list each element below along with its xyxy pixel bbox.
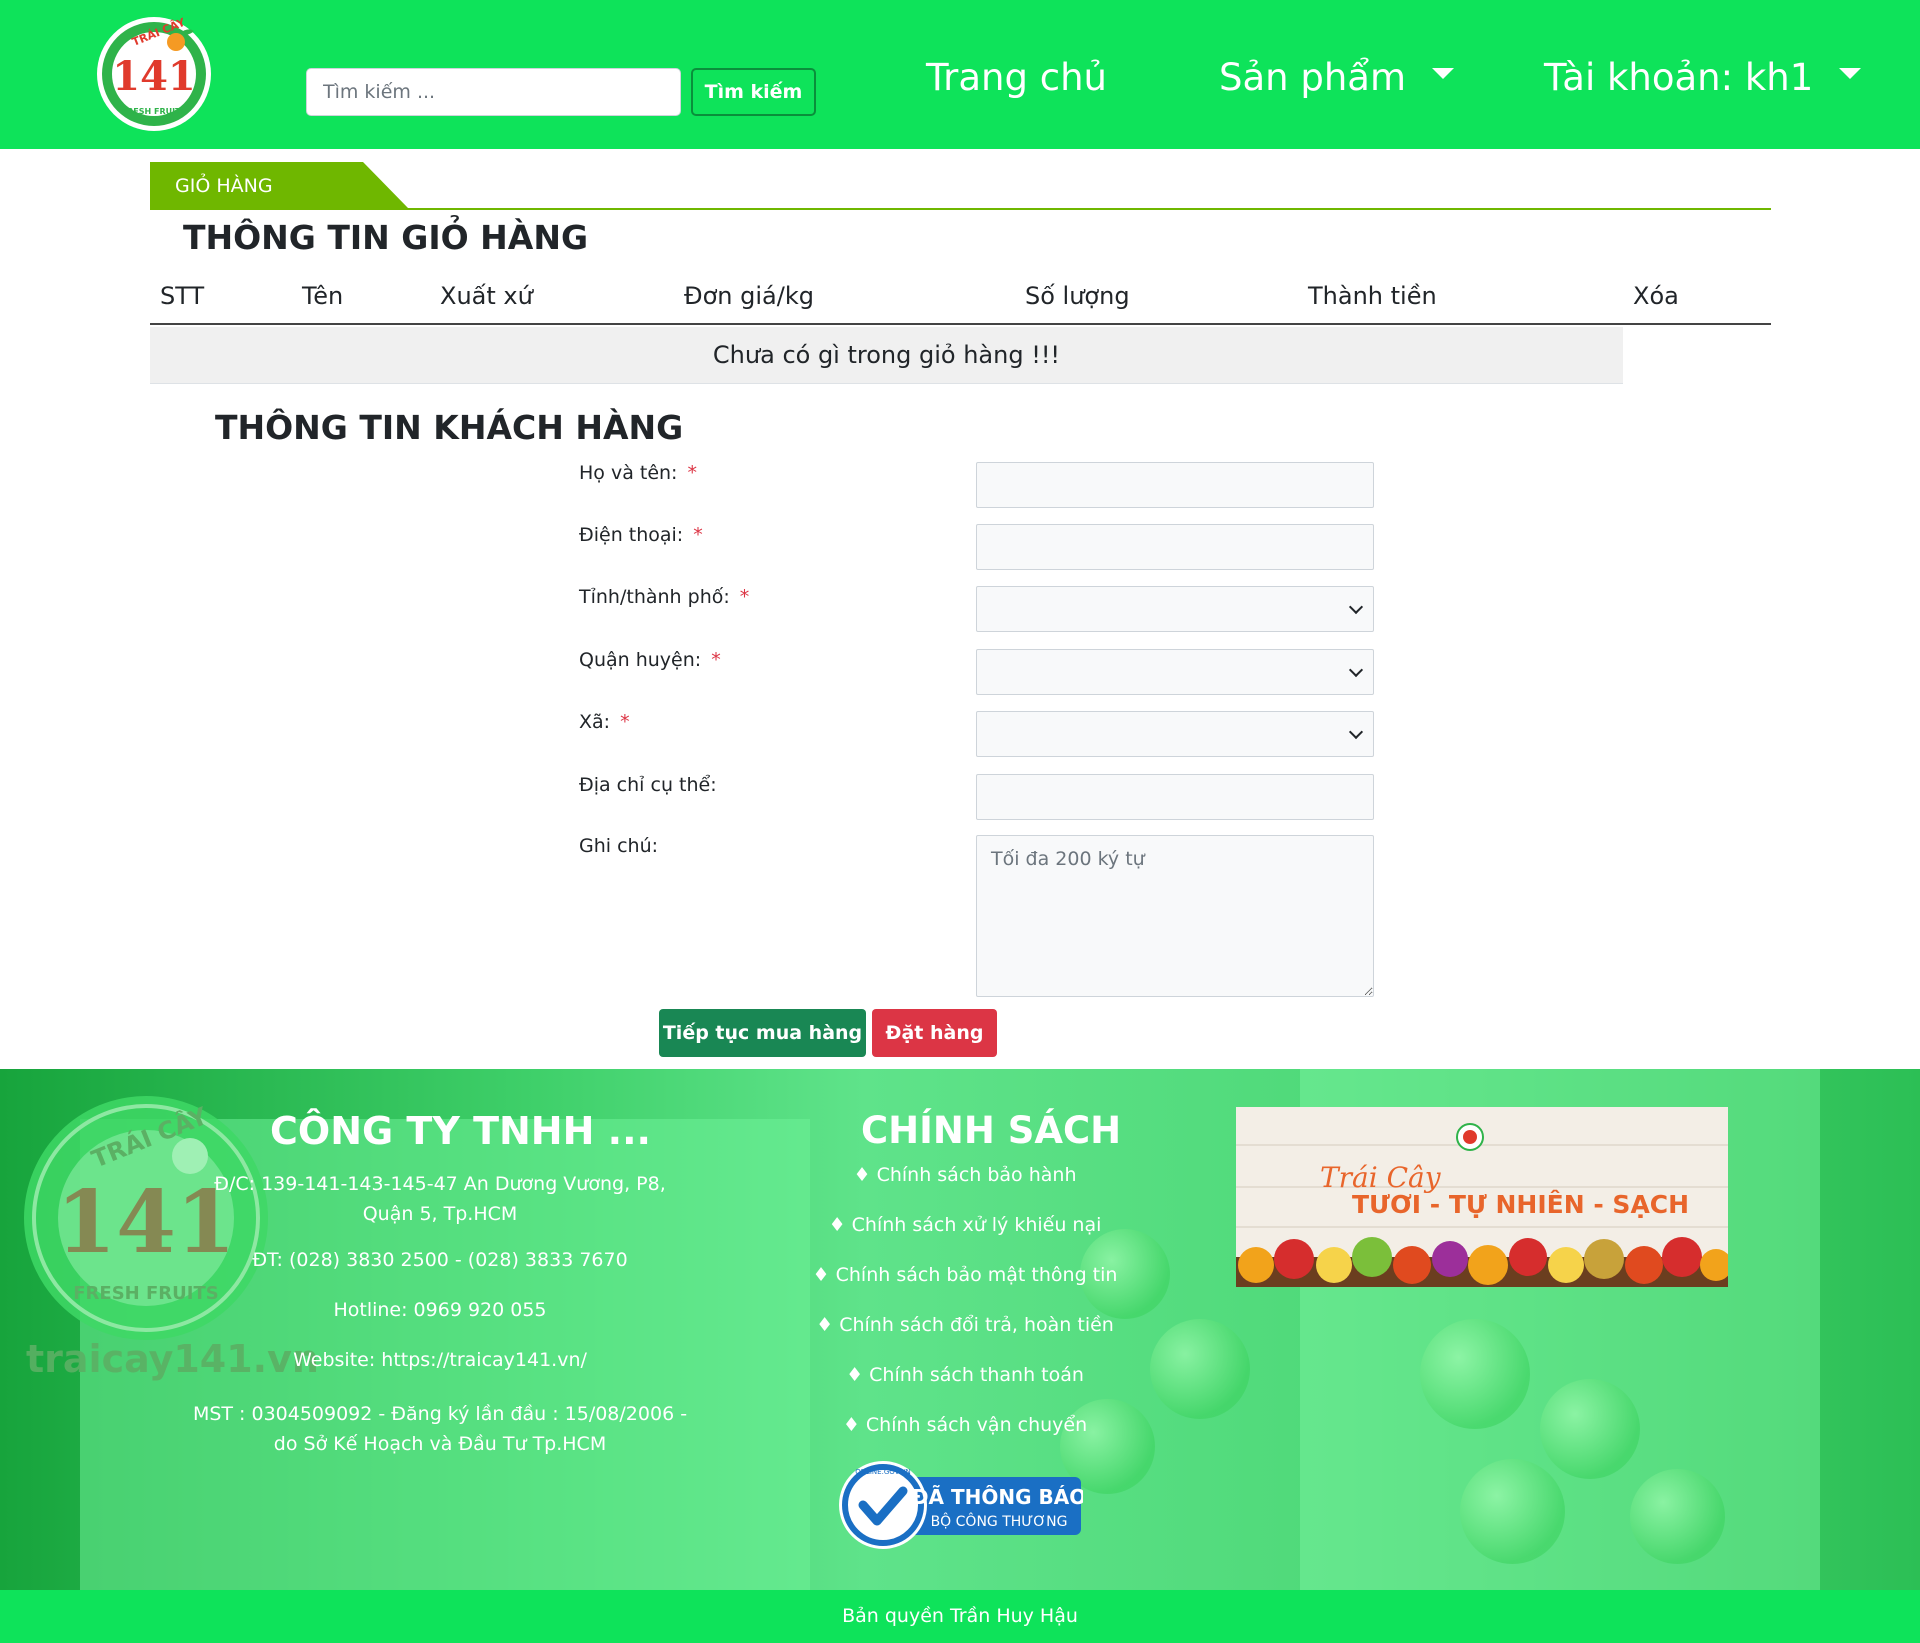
ward-label: Xã: * bbox=[579, 711, 630, 733]
note-textarea[interactable] bbox=[976, 835, 1374, 997]
footer-phone: ĐT: (028) 3830 2500 - (028) 3833 7670 bbox=[252, 1249, 628, 1271]
required-mark: * bbox=[711, 649, 721, 671]
grape-decoration bbox=[1420, 1319, 1530, 1429]
svg-text:TƯƠI - TỰ NHIÊN - SẠCH: TƯƠI - TỰ NHIÊN - SẠCH bbox=[1352, 1190, 1689, 1219]
footer-hotline: Hotline: 0969 920 055 bbox=[333, 1299, 547, 1321]
address-label: Địa chỉ cụ thể: bbox=[579, 774, 717, 796]
nav-account-dropdown[interactable]: Tài khoản: kh1 bbox=[1544, 52, 1862, 102]
customer-info-title: THÔNG TIN KHÁCH HÀNG bbox=[215, 408, 684, 447]
place-order-button[interactable]: Đặt hàng bbox=[872, 1009, 997, 1057]
required-mark: * bbox=[693, 524, 703, 546]
name-field[interactable] bbox=[976, 462, 1374, 508]
select-chevron-icon bbox=[1348, 599, 1364, 615]
footer-tax-info: MST : 0304509092 - Đăng ký lần đầu : 15/… bbox=[192, 1403, 688, 1455]
nav-home-label: Trang chủ bbox=[926, 55, 1107, 99]
policy-link-warranty[interactable]: ♦ Chính sách bảo hành bbox=[800, 1164, 1130, 1186]
footer-website-link[interactable]: Website: https://traicay141.vn/ bbox=[210, 1349, 670, 1371]
policy-link-returns[interactable]: ♦ Chính sách đổi trả, hoàn tiền bbox=[800, 1314, 1130, 1336]
footer-address: Đ/C: 139-141-143-145-47 An Dương Vương, … bbox=[214, 1173, 666, 1225]
col-stt: STT bbox=[160, 282, 205, 310]
caret-down-icon bbox=[1839, 67, 1862, 79]
search-input[interactable] bbox=[306, 68, 681, 116]
breadcrumb-cart: GIỎ HÀNG bbox=[150, 162, 408, 208]
site-footer: TRÁI CÂY 141 FRESH FRUITS traicay141.vn … bbox=[0, 1069, 1920, 1590]
policy-link-complaints[interactable]: ♦ Chính sách xử lý khiếu nại bbox=[800, 1214, 1130, 1236]
phone-label: Điện thoại: * bbox=[579, 524, 703, 546]
breadcrumb: GIỎ HÀNG bbox=[150, 162, 1771, 210]
note-label: Ghi chú: bbox=[579, 835, 659, 857]
cart-title: THÔNG TIN GIỎ HÀNG bbox=[183, 218, 589, 257]
address-field[interactable] bbox=[976, 774, 1374, 820]
policy-link-shipping[interactable]: ♦ Chính sách vận chuyển bbox=[800, 1414, 1130, 1436]
col-name: Tên bbox=[302, 282, 344, 310]
select-chevron-icon bbox=[1348, 662, 1364, 678]
bct-notified-badge[interactable]: ONLINE.GOV.VN ĐÃ THÔNG BÁO BỘ CÔNG THƯƠN… bbox=[837, 1459, 1083, 1551]
required-mark: * bbox=[687, 462, 697, 484]
cart-empty-message: Chưa có gì trong giỏ hàng !!! bbox=[150, 327, 1623, 384]
grape-decoration bbox=[1150, 1319, 1250, 1419]
nav-products-dropdown[interactable]: Sản phẩm bbox=[1219, 52, 1455, 102]
required-mark: * bbox=[739, 586, 750, 608]
col-delete: Xóa bbox=[1633, 282, 1679, 310]
continue-shopping-button[interactable]: Tiếp tục mua hàng bbox=[659, 1009, 866, 1057]
name-label: Họ và tên: * bbox=[579, 462, 697, 484]
svg-text:141: 141 bbox=[112, 53, 196, 100]
svg-text:ONLINE.GOV.VN: ONLINE.GOV.VN bbox=[855, 1468, 911, 1476]
phone-field[interactable] bbox=[976, 524, 1374, 570]
district-label: Quận huyện: * bbox=[579, 649, 721, 671]
policy-link-payment[interactable]: ♦ Chính sách thanh toán bbox=[800, 1364, 1130, 1386]
footer-company-name: CÔNG TY TNHH ... bbox=[270, 1109, 651, 1153]
copyright-bar: Bản quyền Trần Huy Hậu bbox=[0, 1590, 1920, 1643]
ward-select[interactable] bbox=[976, 711, 1374, 757]
province-select[interactable] bbox=[976, 586, 1374, 632]
policy-link-privacy[interactable]: ♦ Chính sách bảo mật thông tin bbox=[800, 1264, 1130, 1286]
site-logo[interactable]: TRÁI CÂY 141 FRESH FRUITS bbox=[96, 14, 212, 134]
footer-policy-title: CHÍNH SÁCH bbox=[861, 1109, 1122, 1152]
nav-account-label: Tài khoản: kh1 bbox=[1544, 55, 1814, 99]
caret-down-icon bbox=[1432, 67, 1455, 79]
svg-text:BỘ CÔNG THƯƠNG: BỘ CÔNG THƯƠNG bbox=[931, 1512, 1068, 1530]
svg-text:FRESH FRUITS: FRESH FRUITS bbox=[122, 107, 187, 116]
col-unit-price: Đơn giá/kg bbox=[684, 282, 814, 310]
search-button[interactable]: Tìm kiếm bbox=[691, 68, 816, 116]
grape-decoration bbox=[1540, 1379, 1640, 1479]
promo-banner: Trái Cây TƯƠI - TỰ NHIÊN - SẠCH bbox=[1236, 1107, 1728, 1287]
svg-text:FRESH FRUITS: FRESH FRUITS bbox=[73, 1283, 218, 1304]
district-select[interactable] bbox=[976, 649, 1374, 695]
col-quantity: Số lượng bbox=[1025, 282, 1130, 310]
grape-decoration bbox=[1460, 1459, 1565, 1564]
grape-decoration bbox=[1630, 1469, 1725, 1564]
province-label: Tỉnh/thành phố: * bbox=[579, 586, 750, 608]
cart-table-header: STT Tên Xuất xứ Đơn giá/kg Số lượng Thàn… bbox=[150, 276, 1771, 325]
cart-table: STT Tên Xuất xứ Đơn giá/kg Số lượng Thàn… bbox=[150, 276, 1771, 384]
select-chevron-icon bbox=[1348, 724, 1364, 740]
nav-home[interactable]: Trang chủ bbox=[926, 52, 1107, 102]
required-mark: * bbox=[620, 711, 630, 733]
svg-text:ĐÃ THÔNG BÁO: ĐÃ THÔNG BÁO bbox=[912, 1485, 1083, 1509]
nav-products-label: Sản phẩm bbox=[1219, 55, 1407, 99]
col-origin: Xuất xứ bbox=[440, 282, 533, 310]
site-header: TRÁI CÂY 141 FRESH FRUITS Tìm kiếm Trang… bbox=[0, 0, 1920, 149]
col-total: Thành tiền bbox=[1308, 282, 1437, 310]
